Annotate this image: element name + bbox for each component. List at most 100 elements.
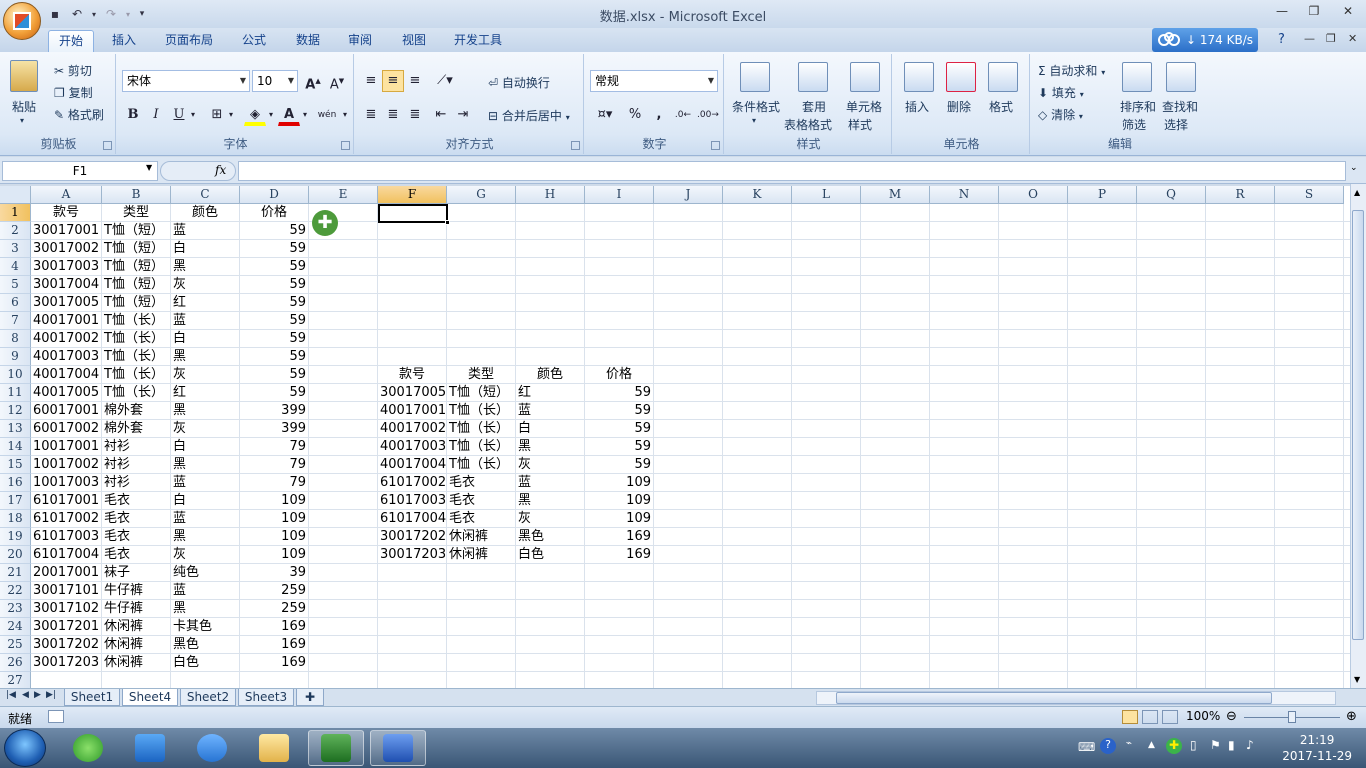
cell-i17[interactable]: 109 <box>587 492 651 510</box>
cell-a10[interactable]: 40017004 <box>33 366 99 384</box>
cell-a23[interactable]: 30017102 <box>33 600 99 618</box>
cell-b7[interactable]: T恤（长） <box>104 312 168 330</box>
number-launcher-icon[interactable] <box>711 141 720 150</box>
cell-b5[interactable]: T恤（短） <box>104 276 168 294</box>
cell-c22[interactable]: 蓝 <box>173 582 237 600</box>
cell-i20[interactable]: 169 <box>587 546 651 564</box>
insert-sheet-icon[interactable]: ✚ <box>296 689 324 706</box>
horizontal-scroll-thumb[interactable] <box>836 692 1272 704</box>
column-header-k[interactable]: K <box>723 186 792 204</box>
cell-c6[interactable]: 红 <box>173 294 237 312</box>
row-header-7[interactable]: 7 <box>0 312 31 330</box>
cell-d14[interactable]: 79 <box>242 438 306 456</box>
cell-a4[interactable]: 30017003 <box>33 258 99 276</box>
cell-c8[interactable]: 白 <box>173 330 237 348</box>
format-cells-button[interactable]: 格式 <box>989 98 1013 115</box>
cell-styles-line1[interactable]: 单元格 <box>846 98 882 115</box>
cell-g19[interactable]: 休闲裤 <box>449 528 513 546</box>
underline-dropdown-icon[interactable]: ▾ <box>188 104 198 126</box>
conditional-format-button[interactable]: 条件格式 <box>732 98 780 115</box>
row-header-21[interactable]: 21 <box>0 564 31 582</box>
cell-d8[interactable]: 59 <box>242 330 306 348</box>
cell-h10[interactable]: 颜色 <box>518 366 582 384</box>
merge-center-button[interactable]: ⊟ 合并后居中 ▾ <box>488 107 570 124</box>
increase-decimal-icon[interactable]: .0← <box>672 104 694 126</box>
cell-a14[interactable]: 10017001 <box>33 438 99 456</box>
comma-button[interactable]: , <box>648 104 670 126</box>
scroll-up-icon[interactable]: ▲ <box>1354 188 1360 197</box>
expand-formula-icon[interactable]: ⌄ <box>1350 163 1358 173</box>
cell-g20[interactable]: 休闲裤 <box>449 546 513 564</box>
insert-cells-icon[interactable] <box>904 62 934 92</box>
cell-c4[interactable]: 黑 <box>173 258 237 276</box>
clear-button[interactable]: ◇ 清除 ▾ <box>1038 106 1083 123</box>
minimize-button[interactable]: — <box>1270 4 1294 20</box>
cell-g13[interactable]: T恤（长） <box>449 420 513 438</box>
align-bottom-icon[interactable]: ≡ <box>404 70 426 92</box>
ribbon-close-button[interactable]: ✕ <box>1348 32 1357 45</box>
sort-filter-icon[interactable] <box>1122 62 1152 92</box>
cell-b10[interactable]: T恤（长） <box>104 366 168 384</box>
cell-a18[interactable]: 61017002 <box>33 510 99 528</box>
flag-icon[interactable]: ⚑ <box>1210 738 1221 752</box>
cell-c20[interactable]: 灰 <box>173 546 237 564</box>
cell-d13[interactable]: 399 <box>242 420 306 438</box>
cell-styles-icon[interactable] <box>850 62 880 92</box>
cell-a2[interactable]: 30017001 <box>33 222 99 240</box>
vertical-scroll-thumb[interactable] <box>1352 210 1364 640</box>
italic-button[interactable]: I <box>145 104 167 126</box>
cell-f15[interactable]: 40017004 <box>380 456 446 474</box>
cell-i10[interactable]: 价格 <box>587 366 651 384</box>
row-header-26[interactable]: 26 <box>0 654 31 672</box>
column-header-r[interactable]: R <box>1206 186 1275 204</box>
cell-c17[interactable]: 白 <box>173 492 237 510</box>
cell-b16[interactable]: 衬衫 <box>104 474 168 492</box>
row-header-19[interactable]: 19 <box>0 528 31 546</box>
row-header-9[interactable]: 9 <box>0 348 31 366</box>
row-header-22[interactable]: 22 <box>0 582 31 600</box>
column-header-o[interactable]: O <box>999 186 1068 204</box>
sort-filter-line2[interactable]: 筛选 <box>1122 116 1146 133</box>
cell-c13[interactable]: 灰 <box>173 420 237 438</box>
find-select-line1[interactable]: 查找和 <box>1162 98 1198 115</box>
format-as-table-icon[interactable] <box>798 62 828 92</box>
cell-g12[interactable]: T恤（长） <box>449 402 513 420</box>
cell-a6[interactable]: 30017005 <box>33 294 99 312</box>
align-left-icon[interactable]: ≣ <box>360 104 382 126</box>
cell-g15[interactable]: T恤（长） <box>449 456 513 474</box>
cell-c23[interactable]: 黑 <box>173 600 237 618</box>
row-header-5[interactable]: 5 <box>0 276 31 294</box>
paste-button[interactable]: 粘贴 <box>12 98 36 115</box>
cell-h18[interactable]: 灰 <box>518 510 582 528</box>
delete-cells-icon[interactable] <box>946 62 976 92</box>
cell-b25[interactable]: 休闲裤 <box>104 636 168 654</box>
sheet-tab-sheet1[interactable]: Sheet1 <box>64 689 120 706</box>
cell-f19[interactable]: 30017202 <box>380 528 446 546</box>
help-tray-icon[interactable]: ? <box>1100 738 1116 754</box>
cell-h15[interactable]: 灰 <box>518 456 582 474</box>
last-sheet-icon[interactable]: ▶| <box>46 690 56 700</box>
active-cell-selection[interactable] <box>378 204 450 225</box>
fill-dropdown-icon[interactable]: ▾ <box>266 104 276 126</box>
cell-a9[interactable]: 40017003 <box>33 348 99 366</box>
currency-icon[interactable]: ¤▾ <box>590 104 620 126</box>
cell-c5[interactable]: 灰 <box>173 276 237 294</box>
insert-cells-button[interactable]: 插入 <box>905 98 929 115</box>
column-header-c[interactable]: C <box>171 186 240 204</box>
zoom-slider-thumb[interactable] <box>1288 711 1296 723</box>
cell-a20[interactable]: 61017004 <box>33 546 99 564</box>
cell-g17[interactable]: 毛衣 <box>449 492 513 510</box>
cell-styles-line2[interactable]: 样式 <box>848 116 872 133</box>
normal-view-icon[interactable] <box>1122 710 1138 724</box>
cell-b23[interactable]: 牛仔裤 <box>104 600 168 618</box>
cell-a11[interactable]: 40017005 <box>33 384 99 402</box>
row-header-4[interactable]: 4 <box>0 258 31 276</box>
tab-data[interactable]: 数据 <box>286 30 330 52</box>
scroll-down-icon[interactable]: ▼ <box>1354 675 1360 684</box>
row-header-2[interactable]: 2 <box>0 222 31 240</box>
column-header-j[interactable]: J <box>654 186 723 204</box>
autosum-button[interactable]: Σ 自动求和 ▾ <box>1038 62 1105 79</box>
select-all-corner[interactable] <box>0 186 31 204</box>
help-icon[interactable]: ? <box>1278 32 1285 47</box>
sheet-tab-sheet3[interactable]: Sheet3 <box>238 689 294 706</box>
